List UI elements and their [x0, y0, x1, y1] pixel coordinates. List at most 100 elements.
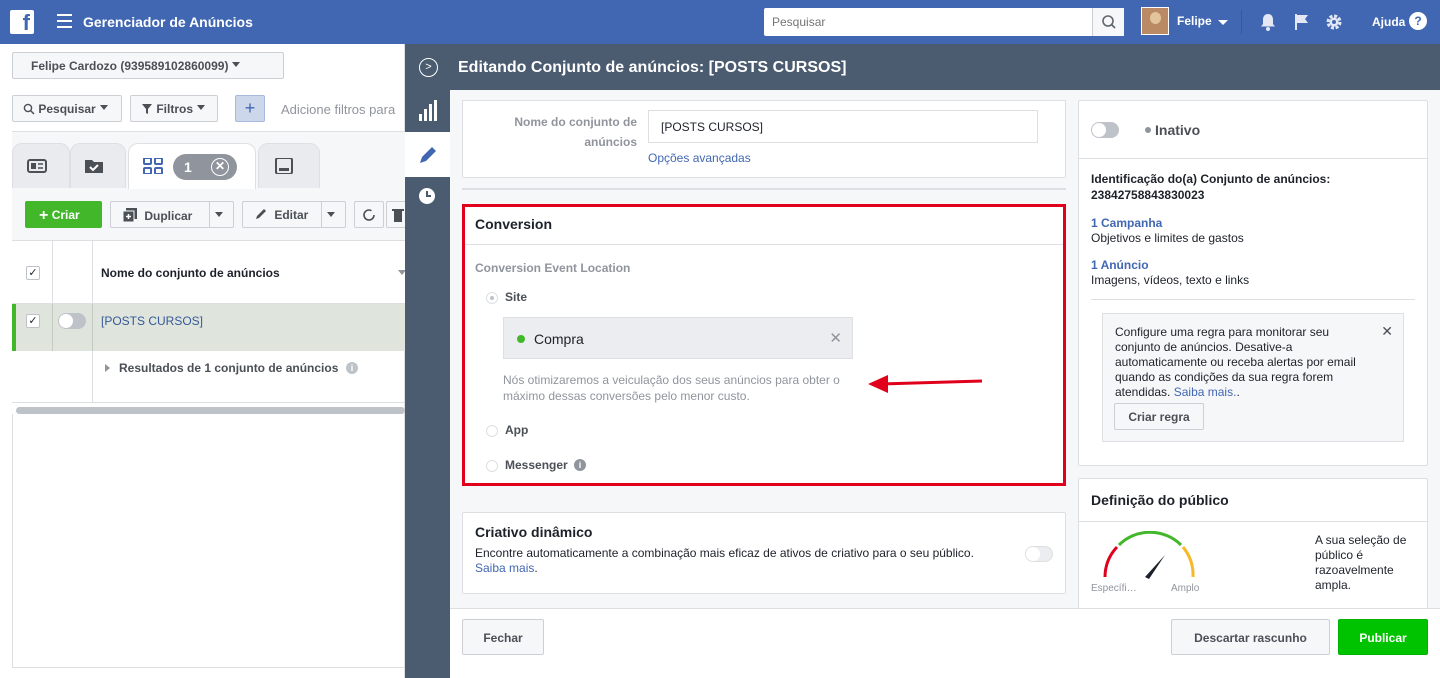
row-toggle[interactable] — [58, 313, 86, 329]
table-header: ✓ Nome do conjunto de anúncios — [12, 240, 406, 305]
duplicate-button[interactable]: Duplicar — [110, 201, 234, 228]
learn-more-suffix: . — [534, 561, 538, 575]
close-icon[interactable]: ✕ — [211, 158, 229, 176]
facebook-logo-icon[interactable]: f — [10, 10, 34, 34]
panel-title: Editando Conjunto de anúncios: [POSTS CU… — [458, 59, 847, 76]
edit-label: Editar — [274, 208, 309, 222]
help-icon[interactable]: ? — [1409, 12, 1427, 30]
conversion-heading: Conversion — [475, 216, 553, 232]
optimization-helper: Nós otimizaremos a veiculação dos seus a… — [503, 373, 840, 403]
close-icon[interactable]: ✕ — [829, 329, 842, 347]
close-icon[interactable]: ✕ — [1381, 323, 1393, 340]
selected-count-badge[interactable]: 1 ✕ — [173, 154, 237, 180]
search-input[interactable] — [764, 8, 1091, 36]
conversion-event-field[interactable]: Compra ✕ — [503, 317, 853, 359]
tab-campaigns[interactable] — [12, 143, 70, 188]
collapse-panel-icon[interactable]: > — [419, 58, 438, 77]
site-label[interactable]: Site — [505, 290, 527, 304]
rail-history[interactable] — [405, 177, 450, 219]
info-icon[interactable]: i — [346, 362, 358, 374]
site-radio[interactable] — [486, 292, 498, 304]
rule-learn-more-suffix: . — [1236, 385, 1240, 399]
row-name-link[interactable]: [POSTS CURSOS] — [101, 314, 203, 328]
rule-learn-more-link[interactable]: Saiba mais. — [1174, 385, 1237, 399]
top-bar: f Gerenciador de Anúncios Felipe Ajuda ? — [0, 0, 1440, 44]
tab-ad-sets[interactable]: 1 ✕ — [128, 143, 256, 189]
caret-right-icon[interactable] — [105, 364, 114, 372]
audience-title: Definição do público — [1091, 492, 1229, 508]
search-filter-label: Pesquisar — [38, 102, 96, 116]
dynamic-creative-toggle[interactable] — [1025, 546, 1053, 562]
dynamic-creative-text: Encontre automaticamente a combinação ma… — [475, 546, 974, 560]
rail-edit[interactable] — [405, 132, 450, 177]
user-name[interactable]: Felipe — [1177, 14, 1212, 28]
grid-icon — [143, 158, 163, 174]
campaign-list-area: Felipe Cardozo (939589102860099) Pesquis… — [0, 44, 410, 678]
create-button[interactable]: + Criar — [25, 201, 102, 228]
ad-set-id-value: 23842758843830023 — [1091, 188, 1205, 202]
clock-icon — [419, 188, 435, 204]
app-label[interactable]: App — [505, 423, 528, 437]
audience-card: Definição do público Específi… Amplo A s… — [1078, 478, 1428, 612]
messenger-radio[interactable] — [486, 460, 498, 472]
tab-folders[interactable] — [70, 143, 126, 188]
tab-ads[interactable] — [258, 143, 320, 188]
ad-icon — [275, 158, 293, 174]
edit-button[interactable]: Editar — [242, 201, 346, 228]
plus-icon: + — [39, 207, 49, 224]
app-radio[interactable] — [486, 425, 498, 437]
avatar[interactable] — [1141, 7, 1169, 35]
dynamic-creative-title: Criativo dinâmico — [475, 524, 593, 540]
campaign-link[interactable]: 1 Campanha — [1091, 216, 1162, 230]
account-selector[interactable]: Felipe Cardozo (939589102860099) — [12, 52, 284, 79]
search-filter-button[interactable]: Pesquisar — [12, 95, 122, 122]
ad-set-name-input[interactable] — [648, 110, 1038, 143]
horizontal-scrollbar[interactable] — [16, 407, 405, 414]
help-label[interactable]: Ajuda — [1372, 15, 1405, 29]
messenger-label[interactable]: Messenger — [505, 458, 568, 472]
panel-footer: Fechar Descartar rascunho Publicar — [450, 608, 1440, 678]
add-filter-button[interactable]: + — [235, 95, 265, 122]
learn-more-link[interactable]: Saiba mais — [475, 561, 534, 575]
advanced-options-link[interactable]: Opções avançadas — [648, 151, 751, 165]
edit-ad-set-panel: > Editando Conjunto de anúncios: [POSTS … — [405, 44, 1440, 678]
name-card: Nome do conjunto de anúncios Opções avan… — [462, 100, 1066, 178]
filters-button[interactable]: Filtros — [130, 95, 218, 122]
chevron-down-icon[interactable] — [321, 202, 345, 227]
filter-hint[interactable]: Adicione filtros para — [281, 102, 395, 117]
status-card: Inativo Identificação do(a) Conjunto de … — [1078, 100, 1428, 466]
create-rule-button[interactable]: Criar regra — [1114, 403, 1204, 430]
dynamic-creative-card: Criativo dinâmico Encontre automaticamen… — [462, 512, 1066, 594]
column-header-name[interactable]: Nome do conjunto de anúncios — [101, 266, 280, 280]
info-icon[interactable]: i — [574, 459, 586, 471]
duplicate-label: Duplicar — [144, 209, 193, 223]
discard-draft-button[interactable]: Descartar rascunho — [1171, 619, 1330, 655]
chevron-down-icon — [232, 62, 241, 71]
pencil-icon — [256, 209, 266, 219]
panel-body: Nome do conjunto de anúncios Opções avan… — [450, 90, 1440, 612]
ad-set-status-toggle[interactable] — [1091, 122, 1119, 138]
chevron-down-icon — [99, 105, 108, 114]
menu-icon[interactable] — [57, 14, 72, 28]
publish-button[interactable]: Publicar — [1338, 619, 1428, 655]
row-checkbox[interactable]: ✓ — [26, 314, 40, 328]
search-button[interactable] — [1092, 8, 1124, 36]
app-title[interactable]: Gerenciador de Anúncios — [83, 14, 253, 30]
rail-stats[interactable] — [405, 90, 450, 132]
flag-icon[interactable] — [1292, 12, 1312, 32]
panel-header: > Editando Conjunto de anúncios: [POSTS … — [405, 44, 1440, 90]
results-row: Resultados de 1 conjunto de anúncios i — [12, 351, 405, 403]
search-icon — [23, 103, 35, 115]
table-row[interactable]: ✓ [POSTS CURSOS] — [12, 304, 405, 351]
chevron-down-icon[interactable] — [209, 202, 233, 227]
filters-label: Filtros — [156, 102, 194, 116]
select-all-checkbox[interactable]: ✓ — [26, 266, 40, 280]
ad-link[interactable]: 1 Anúncio — [1091, 258, 1149, 272]
chevron-down-icon — [197, 105, 206, 114]
gear-icon[interactable] — [1324, 12, 1344, 32]
refresh-button[interactable] — [354, 201, 384, 228]
bell-icon[interactable] — [1258, 12, 1278, 32]
chevron-down-icon[interactable] — [1218, 20, 1228, 30]
search-icon — [1102, 15, 1116, 29]
close-button[interactable]: Fechar — [462, 619, 544, 655]
